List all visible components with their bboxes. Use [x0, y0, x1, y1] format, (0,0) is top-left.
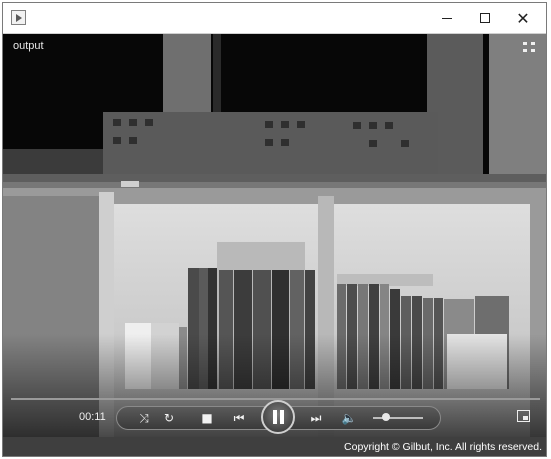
elapsed-time: 00:11 [79, 411, 106, 423]
shuffle-icon: ⤨ [139, 410, 149, 425]
volume-slider[interactable] [373, 417, 423, 419]
stop-icon: ■ [201, 411, 213, 425]
shuffle-button[interactable]: ⤨ [134, 409, 154, 427]
copyright-footer: Copyright © Gilbut, Inc. All rights rese… [3, 437, 546, 456]
switch-to-now-playing-icon[interactable] [517, 410, 530, 422]
close-icon: ✕ [516, 8, 530, 28]
repeat-button[interactable]: ↻ [159, 409, 179, 427]
next-button[interactable]: ⏭ [306, 409, 326, 427]
video-overlay-label: output [13, 40, 44, 52]
fullscreen-toggle-icon[interactable] [522, 41, 536, 53]
maximize-icon [480, 13, 490, 23]
mute-button[interactable]: 🔈 [339, 409, 359, 427]
minimize-button[interactable] [428, 3, 466, 33]
previous-button[interactable]: ⏮ [229, 409, 249, 427]
next-icon: ⏭ [310, 410, 322, 425]
pause-button[interactable] [261, 400, 295, 434]
title-bar: ✕ [3, 3, 546, 34]
maximize-button[interactable] [466, 3, 504, 33]
video-area[interactable]: output 00:11 ⤨ ↻ ■ ⏮ ⏭ 🔈 [3, 34, 546, 437]
video-frame [3, 34, 546, 437]
previous-icon: ⏮ [233, 410, 245, 425]
media-player-window: ✕ output 00:11 ⤨ ↻ ■ ⏮ ⏭ 🔈 Copyright © G… [2, 2, 547, 457]
copyright-text: Copyright © Gilbut, Inc. All rights rese… [344, 441, 542, 453]
close-button[interactable]: ✕ [504, 3, 542, 33]
volume-icon: 🔈 [341, 411, 357, 425]
app-icon [11, 10, 26, 25]
pause-icon [272, 410, 284, 424]
repeat-icon: ↻ [163, 411, 175, 425]
volume-slider-thumb[interactable] [382, 413, 390, 421]
minimize-icon [442, 17, 452, 19]
stop-button[interactable]: ■ [197, 409, 217, 427]
playback-controls: 00:11 ⤨ ↻ ■ ⏮ ⏭ 🔈 [3, 391, 546, 437]
